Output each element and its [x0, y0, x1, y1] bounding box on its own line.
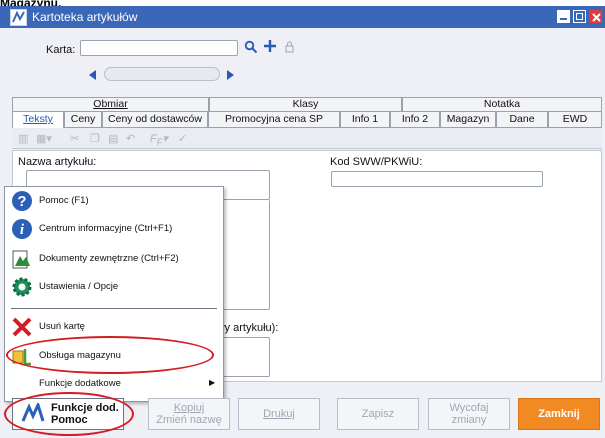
zapisz-button[interactable]: Zapisz — [337, 398, 419, 430]
menu-item-label: Dokumenty zewnętrzne (Ctrl+F2) — [39, 253, 179, 264]
tab-notatka[interactable]: Notatka — [402, 97, 602, 111]
menu-item-label: Ustawienia / Opcje — [39, 281, 119, 292]
menu-item-centrum[interactable]: i Centrum informacyjne (Ctrl+F1) — [5, 215, 223, 243]
paste-icon[interactable]: ▤ — [108, 132, 118, 145]
tab-ceny[interactable]: Ceny — [64, 111, 102, 127]
minimize-icon[interactable] — [557, 10, 570, 23]
help-icon: ? — [11, 190, 33, 212]
copy-icon[interactable]: ❐ — [90, 132, 100, 145]
add-icon[interactable] — [263, 39, 277, 53]
tab-teksty[interactable]: Teksty — [12, 111, 64, 128]
kopiuj-label: Kopiuj — [173, 402, 205, 414]
close-icon[interactable] — [589, 10, 602, 23]
tab-label: Ceny — [70, 113, 96, 125]
menu-item-label: Pomoc (F1) — [39, 195, 89, 206]
tab-label: Teksty — [23, 113, 53, 125]
wycofaj-zmiany-button[interactable]: Wycofaj zmiany — [428, 398, 510, 430]
tab-info-2[interactable]: Info 2 — [390, 111, 440, 127]
font-icon[interactable]: FF▾ — [150, 132, 168, 147]
menu-item-pomoc[interactable]: ? Pomoc (F1) — [5, 187, 223, 215]
kopiuj-button[interactable]: Kopiuj Zmień nazwę — [148, 398, 230, 430]
highlight-ellipse-obsluga — [6, 336, 214, 374]
kod-sww-field[interactable] — [331, 171, 543, 187]
karta-label: Karta: — [46, 44, 76, 56]
zmiany-label: zmiany — [451, 414, 487, 426]
kod-sww-label: Kod SWW/PKWiU: — [330, 156, 423, 168]
record-scrollbar[interactable] — [104, 67, 220, 81]
menu-item-label: Centrum informacyjne (Ctrl+F1) — [39, 223, 173, 234]
delete-icon — [11, 316, 33, 338]
drukuj-button[interactable]: Drukuj — [238, 398, 320, 430]
wycofaj-label: Wycofaj — [449, 402, 489, 414]
window-titlebar[interactable]: Kartoteka artykułów — [0, 6, 605, 28]
tab-klasy[interactable]: Klasy — [209, 97, 402, 111]
menu-item-ustawienia[interactable]: Ustawienia / Opcje — [5, 273, 223, 301]
menu-item-dokumenty[interactable]: Dokumenty zewnętrzne (Ctrl+F2) — [5, 245, 223, 273]
text-editor-toolbar: ▥ ▦▾ ✂ ❐ ▤ ↶ FF▾ ✓ — [12, 128, 602, 149]
tab-label: Magazyn — [446, 113, 490, 125]
tab-magazyn[interactable]: Magazyn — [440, 111, 496, 127]
info-icon: i — [11, 218, 33, 240]
tab-label: Info 1 — [351, 113, 379, 125]
cut-icon[interactable]: ✂ — [70, 132, 79, 145]
tab-label: Promocyjna cena SP — [224, 113, 324, 125]
chevron-right-icon: ▶ — [209, 378, 216, 387]
spellcheck-icon[interactable]: ✓ — [178, 132, 187, 145]
zamknij-label: Zamknij — [538, 408, 580, 420]
tab-label: Klasy — [292, 98, 319, 110]
tab-ewd[interactable]: EWD — [548, 111, 602, 127]
lock-icon[interactable] — [285, 41, 294, 53]
table-icon[interactable]: ▦▾ — [36, 132, 52, 145]
tabs-top-row: Obmiar Klasy Notatka — [12, 97, 602, 111]
tab-label: Obmiar — [93, 98, 128, 110]
previous-record-icon[interactable] — [88, 70, 98, 80]
tab-obmiar[interactable]: Obmiar — [12, 97, 209, 111]
format-icon[interactable]: ▥ — [18, 132, 28, 145]
drukuj-label: Drukuj — [263, 408, 295, 420]
nazwa-artykulu-label: Nazwa artykułu: — [18, 156, 97, 168]
tab-info-1[interactable]: Info 1 — [340, 111, 390, 127]
tab-label: Ceny od dostawców — [108, 113, 202, 125]
tab-dane[interactable]: Dane — [496, 111, 548, 127]
maximize-icon[interactable] — [573, 10, 586, 23]
highlight-ellipse-funkcje — [4, 392, 134, 436]
document-icon — [11, 248, 33, 270]
app-icon — [10, 9, 27, 26]
menu-item-label: Usuń kartę — [39, 321, 85, 332]
svg-text:?: ? — [17, 193, 26, 210]
menu-separator — [11, 308, 217, 309]
tab-promocyjna-cena[interactable]: Promocyjna cena SP — [208, 111, 340, 127]
tab-label: EWD — [562, 113, 588, 125]
search-icon[interactable] — [244, 40, 258, 54]
tab-label: Notatka — [483, 98, 521, 110]
tab-label: Dane — [509, 113, 535, 125]
zmien-nazwe-label: Zmień nazwę — [156, 414, 222, 426]
menu-item-label: Funkcje dodatkowe — [39, 378, 121, 389]
gear-icon — [11, 276, 33, 298]
tab-label: Info 2 — [401, 113, 429, 125]
zamknij-button[interactable]: Zamknij — [518, 398, 600, 430]
tabs-bottom-row: Teksty Ceny Ceny od dostawców Promocyjna… — [12, 111, 602, 128]
next-record-icon[interactable] — [225, 70, 235, 80]
window-title: Kartoteka artykułów — [32, 10, 138, 24]
zapisz-label: Zapisz — [361, 408, 395, 420]
karta-input[interactable] — [80, 40, 238, 56]
tab-ceny-od-dostawcow[interactable]: Ceny od dostawców — [102, 111, 208, 127]
undo-icon[interactable]: ↶ — [126, 132, 135, 145]
